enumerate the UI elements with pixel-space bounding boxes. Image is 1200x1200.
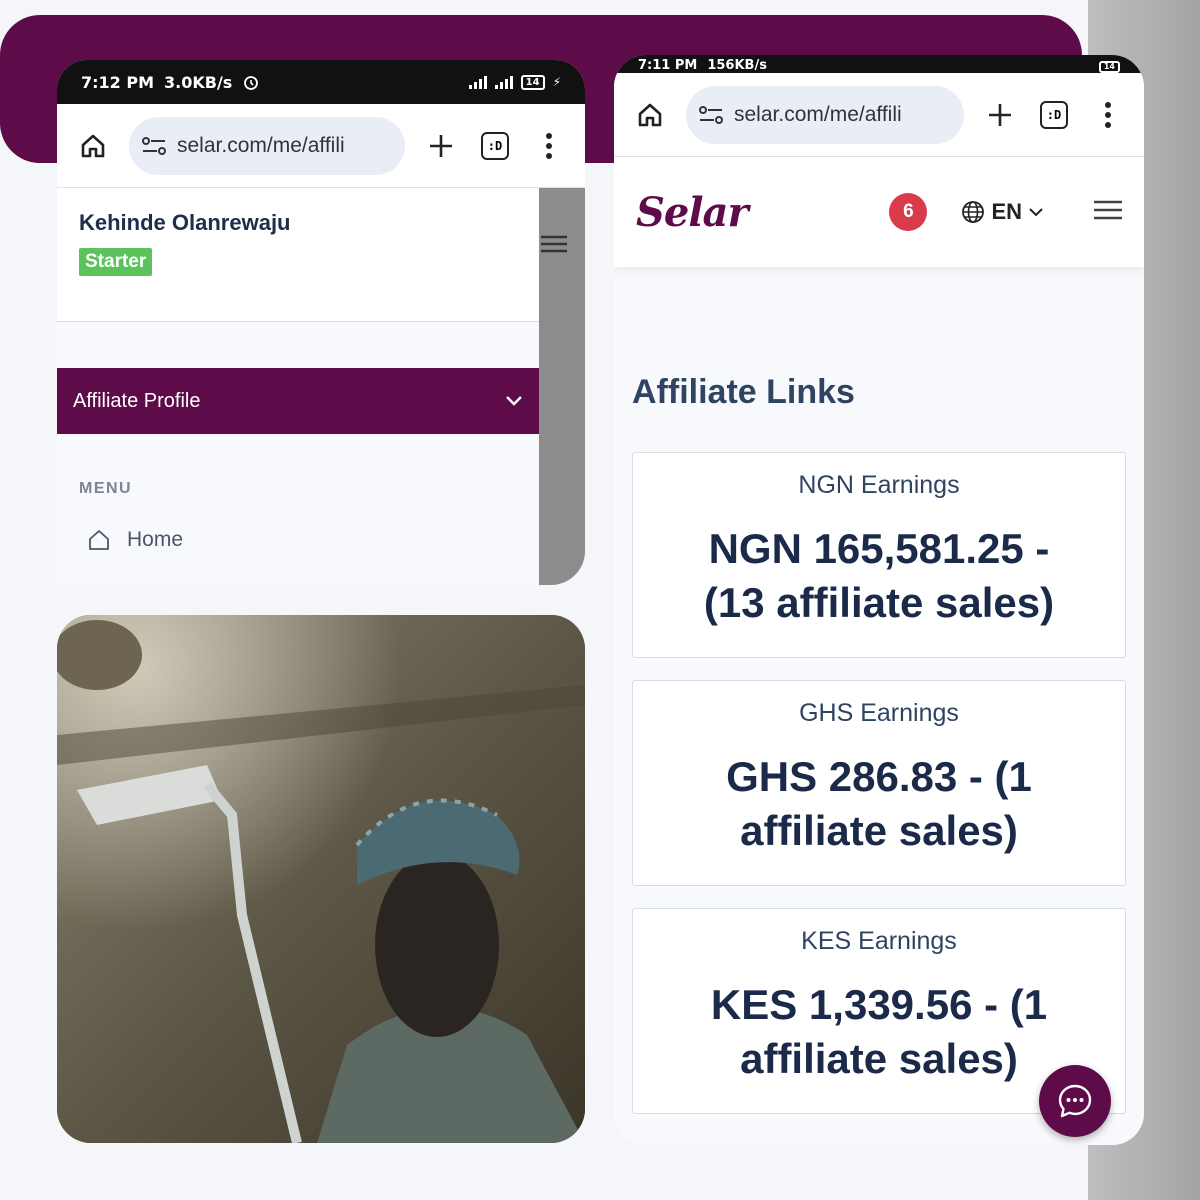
status-speed: 3.0KB/s [164,72,233,92]
tab-switcher-button[interactable]: :D [1036,97,1072,133]
browser-menu-button[interactable] [1090,97,1126,133]
address-bar[interactable]: selar.com/me/affili [686,85,964,144]
language-label: EN [991,199,1022,224]
globe-icon [962,201,985,223]
battery-icon: 14 [520,74,545,90]
sidebar-panel: Kehinde Olanrewaju Starter Affiliate Pro… [57,188,585,585]
person-photo [57,615,585,1143]
chevron-down-icon [1029,208,1043,217]
page-title: Affiliate Links [632,373,855,411]
tab-count: :D [481,131,509,160]
alarm-icon [244,76,259,90]
address-bar[interactable]: selar.com/me/affili [129,116,405,175]
signal-icon-2 [494,75,513,89]
earnings-card-ghs: GHS Earnings GHS 286.83 - (1 affiliate s… [632,680,1126,886]
browser-toolbar: selar.com/me/affili :D [57,104,585,188]
home-button[interactable] [75,128,111,164]
earnings-label: KES Earnings [801,927,957,955]
language-selector[interactable]: EN [961,199,1044,225]
status-bar: 7:11 PM 156KB/s 14 [614,55,1144,73]
menu-heading: MENU [79,480,133,497]
selfie-photo [57,615,585,1143]
chat-icon [1058,1084,1092,1118]
chevron-down-icon [506,396,522,406]
new-tab-button[interactable] [982,97,1018,133]
status-time: 7:11 PM [638,58,698,73]
earnings-label: GHS Earnings [799,699,959,727]
plus-icon [430,134,452,157]
earnings-value: KES 1,339.56 - (1 affiliate sales) [710,981,1048,1082]
plan-badge: Starter [79,248,153,276]
more-vertical-icon [1105,101,1111,128]
status-bar: 7:12 PM 3.0KB/s 14 ⚡ [57,60,585,104]
home-icon [638,103,662,126]
tab-switcher-button[interactable]: :D [477,128,513,164]
battery-icon: 14 [1098,61,1120,73]
menu-icon [1094,200,1122,219]
new-tab-button[interactable] [423,128,459,164]
status-time: 7:12 PM [81,72,155,92]
url-text: selar.com/me/affili [734,102,902,126]
menu-icon [541,235,567,253]
chat-button[interactable] [1039,1065,1111,1137]
site-settings-icon [699,105,723,124]
earnings-value: GHS 286.83 - (1 affiliate sales) [726,753,1032,854]
status-speed: 156KB/s [707,58,767,73]
url-text: selar.com/me/affili [177,133,345,157]
browser-toolbar: selar.com/me/affili :D [614,73,1144,157]
sidebar-item-home[interactable]: Home [87,528,183,552]
affiliate-profile-label: Affiliate Profile [73,389,201,412]
home-icon [81,134,105,157]
main-content: Affiliate Links NGN Earnings NGN 165,581… [614,267,1144,1145]
earnings-card-ngn: NGN Earnings NGN 165,581.25 - (13 affili… [632,452,1126,658]
signal-icon [468,75,487,89]
more-vertical-icon [546,132,552,159]
earnings-value: NGN 165,581.25 - (13 affiliate sales) [703,525,1055,626]
browser-menu-button[interactable] [531,128,567,164]
tab-count: :D [1040,100,1068,129]
home-icon [89,530,109,550]
site-settings-icon [142,136,166,155]
selar-logo[interactable]: Selar [636,189,749,236]
sidebar-item-label: Home [127,528,184,551]
left-phone-screenshot: 7:12 PM 3.0KB/s 14 ⚡ selar.com/me/affili… [57,60,585,585]
page-overlay[interactable] [539,188,585,585]
notification-badge[interactable]: 6 [889,193,928,231]
earnings-label: NGN Earnings [798,471,960,499]
hamburger-menu-button[interactable] [1094,200,1122,225]
site-header: Selar 6 EN [614,157,1144,267]
profile-name: Kehinde Olanrewaju [79,210,291,235]
plus-icon [989,103,1011,126]
right-phone-screenshot: 7:11 PM 156KB/s 14 selar.com/me/affili :… [614,55,1144,1145]
charging-icon: ⚡ [552,75,561,89]
home-button[interactable] [632,97,668,133]
affiliate-profile-dropdown[interactable]: Affiliate Profile [57,368,539,434]
profile-card: Kehinde Olanrewaju Starter [57,188,539,322]
